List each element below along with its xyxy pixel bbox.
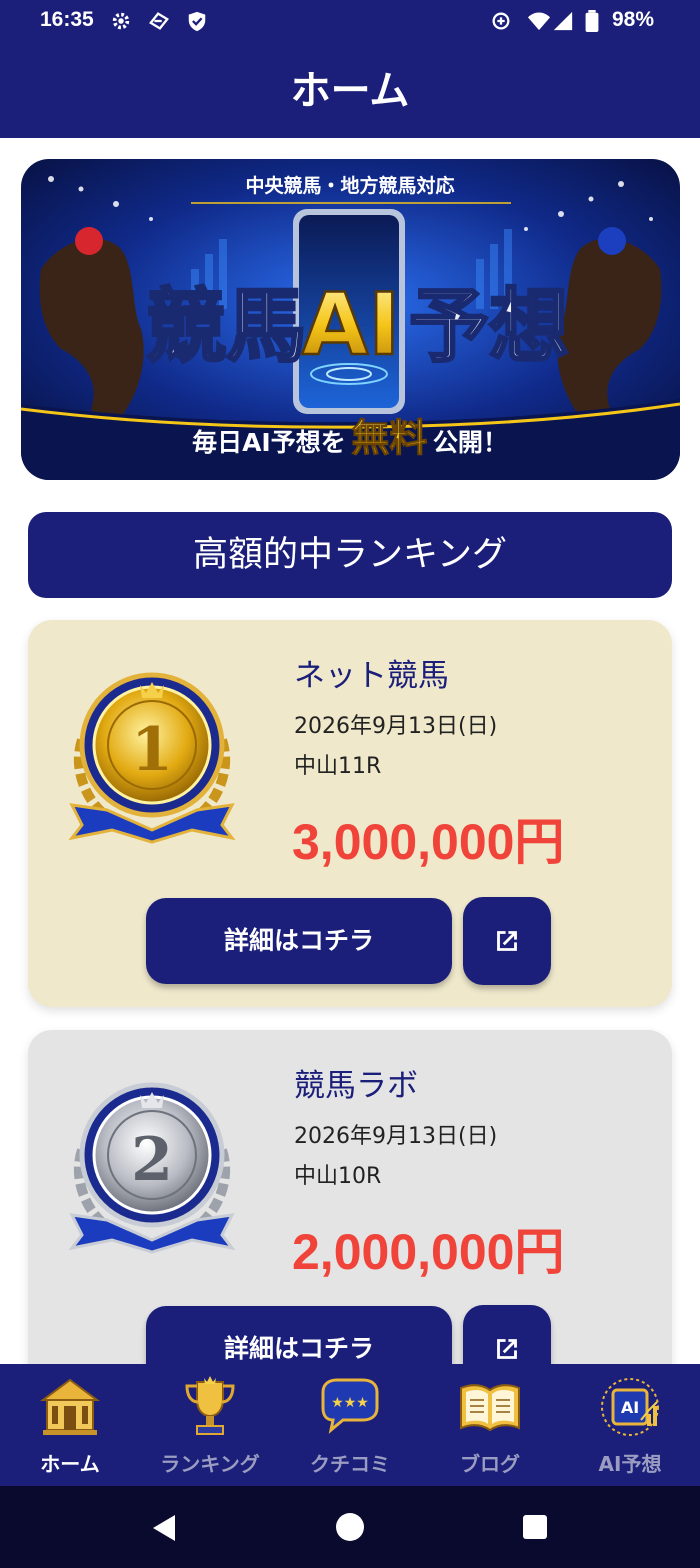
home-circle-icon[interactable]: [335, 1512, 365, 1542]
svg-text:AI: AI: [621, 1398, 639, 1417]
site-name: 競馬ラボ: [294, 1068, 418, 1104]
trophy-icon: [185, 1376, 235, 1435]
silver-medal-icon: 2: [68, 1082, 236, 1254]
nav-item-home[interactable]: ホーム: [0, 1364, 140, 1486]
nav-item-reviews[interactable]: ★★★ クチコミ: [280, 1364, 420, 1486]
detail-button[interactable]: 詳細はコチラ: [146, 1306, 452, 1364]
open-in-new-icon: [497, 931, 517, 951]
review-bubble-icon: ★★★: [321, 1378, 379, 1434]
signal-icon: [553, 11, 573, 31]
banner-bottom-highlight: 無料: [351, 416, 427, 460]
nav-label-ai-prediction: AI予想: [598, 1452, 662, 1476]
sync-icon: [149, 12, 169, 30]
app-bar: ホーム: [0, 44, 700, 138]
status-time: 16:35: [40, 8, 94, 31]
nav-label-blog: ブログ: [460, 1452, 520, 1476]
race-number: 中山10R: [294, 1164, 382, 1189]
nav-item-ai-prediction[interactable]: AI AI予想: [560, 1364, 700, 1486]
battery-percent: 98%: [611, 8, 654, 31]
bottom-navigation: ホーム ランキング ★★★ クチコミ ブログ AI AI予想: [0, 1364, 700, 1486]
svg-text:★★★: ★★★: [331, 1395, 369, 1411]
open-external-button[interactable]: [463, 1305, 551, 1364]
book-icon: [460, 1384, 520, 1432]
race-number: 中山11R: [294, 754, 382, 779]
race-date: 2026年9月13日(日): [294, 714, 498, 739]
system-navigation-bar: [0, 1486, 700, 1568]
shield-icon: [188, 11, 206, 32]
home-content[interactable]: 中央競馬・地方競馬対応 競馬 AI 予想 毎日AI予想を 無料 公開！ 高額的中…: [0, 138, 700, 1364]
payout-amount: 2,000,000円: [292, 1224, 565, 1280]
promo-banner[interactable]: 中央競馬・地方競馬対応 競馬 AI 予想 毎日AI予想を 無料 公開！: [21, 159, 680, 480]
open-in-new-icon: [497, 1339, 517, 1359]
ranking-card-2: 2 競馬ラボ 2026年9月13日(日) 中山10R 2,000,000円 詳細…: [28, 1030, 672, 1364]
ranking-section-header: 高額的中ランキング: [28, 512, 672, 598]
open-external-button[interactable]: [463, 897, 551, 985]
banner-bottom-pre: 毎日AI予想を: [192, 428, 346, 457]
settings-gear-icon: [112, 12, 130, 30]
battery-icon: [585, 10, 599, 32]
home-building-icon: [39, 1378, 101, 1435]
back-triangle-icon[interactable]: [149, 1513, 179, 1543]
race-date: 2026年9月13日(日): [294, 1124, 498, 1149]
medal-rank-1: 1: [131, 715, 173, 785]
nav-item-ranking[interactable]: ランキング: [140, 1364, 280, 1486]
gold-medal-icon: 1: [68, 672, 236, 844]
ranking-card-1: 1 ネット競馬 2026年9月13日(日) 中山11R 3,000,000円 詳…: [28, 620, 672, 1007]
banner-title-right: 予想: [409, 280, 569, 373]
nav-label-home: ホーム: [40, 1452, 100, 1476]
data-saver-icon: [492, 12, 510, 30]
banner-title-left: 競馬: [146, 280, 306, 373]
medal-rank-2: 2: [131, 1125, 173, 1195]
payout-amount: 3,000,000円: [292, 814, 565, 870]
recent-apps-square-icon[interactable]: [522, 1514, 548, 1540]
nav-label-ranking: ランキング: [160, 1452, 260, 1476]
banner-bottom-post: 公開！: [433, 428, 508, 457]
nav-item-blog[interactable]: ブログ: [420, 1364, 560, 1486]
wifi-icon: [528, 12, 550, 31]
banner-top-text: 中央競馬・地方競馬対応: [245, 174, 454, 197]
detail-button[interactable]: 詳細はコチラ: [146, 898, 452, 984]
page-title: ホーム: [290, 68, 410, 114]
ai-chart-icon: AI: [601, 1378, 659, 1436]
nav-label-reviews: クチコミ: [310, 1452, 390, 1476]
status-bar: 16:35 98%: [0, 0, 700, 44]
banner-title-ai: AI: [302, 275, 401, 375]
site-name: ネット競馬: [294, 658, 449, 694]
banner-illustration: 中央競馬・地方競馬対応 競馬 AI 予想 毎日AI予想を 無料 公開！: [21, 159, 680, 480]
